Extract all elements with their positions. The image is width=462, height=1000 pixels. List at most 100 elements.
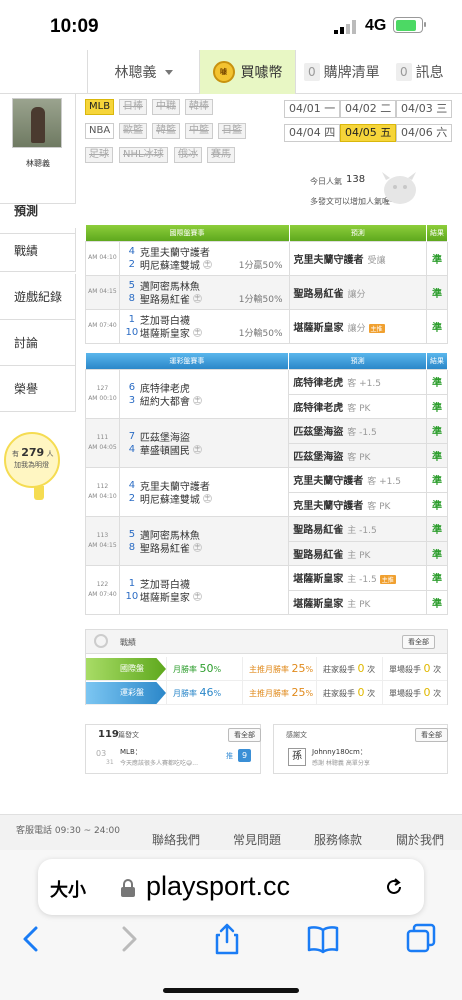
messages-button[interactable]: 0 訊息 [396,50,444,94]
thanks-avatar: 孫 [288,748,306,766]
result-badge: 準 [426,442,448,468]
thanks-text[interactable]: 感謝 林聰義 高單分享 [312,758,370,767]
battery-icon [393,17,426,33]
post-title[interactable]: MLB： [120,747,142,757]
address-bar[interactable]: 大小 playsport.cc [38,859,424,915]
league-nba[interactable]: NBA [85,123,115,139]
team-name[interactable]: 堪薩斯皇家 [140,589,190,604]
date-0406[interactable]: 04/06 六 [396,124,453,142]
back-icon[interactable] [14,922,48,956]
today-pop-value: 138 [346,174,366,185]
avatar[interactable] [12,98,62,148]
main-rate-value: 25 [291,686,306,699]
status-bar: 10:09 4G [0,0,462,50]
sidebar-item-game-log[interactable]: 遊戲紀錄 [0,274,76,320]
result-badge: 準 [426,393,448,419]
cart-button[interactable]: 0 購牌清單 [304,50,380,94]
push-label: 推 [226,752,233,760]
team-number: 8 [128,541,136,553]
team-name[interactable]: 堪薩斯皇家 [140,325,190,340]
banker-value: 0 [357,662,365,675]
tabs-icon[interactable] [404,922,438,956]
record-view-all-button[interactable]: 看全部 [402,635,435,649]
team-name[interactable]: 聖路易紅雀 [140,291,190,306]
game-no: 112 [96,482,109,490]
chevron-down-icon [164,69,173,75]
date-0404[interactable]: 04/04 四 [284,124,341,142]
home-badge: 主 [202,260,212,269]
home-badge: 主 [192,294,202,303]
team-name[interactable]: 紐約大都會 [140,393,190,408]
forward-icon[interactable] [112,922,146,956]
pick-team: 匹茲堡海盜 [293,451,344,463]
lottery-table: 運彩盤賽事 預測 結果 127 AM 00:10 6 底特律老虎 3 紐約大都會主 底… [85,353,448,615]
team-number: 4 [128,479,136,491]
game-time: AM 04:05 [88,443,117,451]
record-lottery-single: 單場殺手 0 次 [382,681,447,705]
text-size-button[interactable]: 大小 [50,876,86,902]
pick-line: 客 -1.5 [347,428,377,438]
main-rate-label: 主推月勝率 [249,689,289,698]
league-mlb[interactable]: MLB [85,99,115,115]
lottery-header-predict: 預測 [288,353,428,369]
league-cpbl: 中職 [152,99,180,115]
footer-link-terms[interactable]: 服務條款 [314,831,362,848]
reload-icon[interactable] [384,877,404,897]
thanks-view-all-button[interactable]: 看全部 [415,728,448,742]
league-soccer: 足球 [85,147,113,163]
bookmarks-icon[interactable] [306,922,340,956]
share-icon[interactable] [210,922,244,956]
sidebar-item-discuss[interactable]: 討論 [0,320,76,366]
browser-toolbar: 大小 playsport.cc [0,850,462,1000]
pick-team: 匹茲堡海盜 [293,427,344,438]
footer-link-contact[interactable]: 聯絡我們 [152,831,200,848]
league-euro-bb: 歐籃 [119,123,147,139]
home-badge: 主 [202,493,212,503]
game-time: AM 04:15 [88,541,117,549]
date-0403[interactable]: 04/03 三 [396,100,453,118]
team-name[interactable]: 華盛頓國民 [140,442,190,457]
team-name[interactable]: 明尼蘇達雙城 [140,257,200,272]
team-number: 10 [125,590,139,602]
coin-icon: 噱 [212,61,235,83]
team-name[interactable]: 明尼蘇達雙城 [140,491,200,506]
game-no: 122 [96,580,109,588]
team-name[interactable]: 聖路易紅雀 [140,540,190,555]
pick-line: 客 PK [347,403,371,414]
posts-view-all-button[interactable]: 看全部 [228,728,261,742]
posts-label: 篇發文 [118,731,139,739]
team-number: 5 [128,528,136,540]
single-value: 0 [423,662,431,675]
result-badge: 準 [426,240,448,276]
footer-link-about[interactable]: 關於我們 [396,831,444,848]
times-unit: 次 [433,665,442,674]
footer-phone: 客服電話 09:30 ~ 24:00 [16,826,120,836]
date-0402[interactable]: 04/02 二 [340,100,397,118]
footer-link-faq[interactable]: 常見問題 [233,831,281,848]
pick-team: 聖路易紅雀 [293,525,344,536]
home-badge: 主 [192,395,202,405]
intl-header: 國際盤賽事 預測 結果 [85,225,448,241]
game-time: AM 04:15 [85,274,120,310]
sidebar-item-record[interactable]: 戰績 [0,228,76,272]
record-lottery-banker: 莊家殺手 0 次 [316,681,382,705]
date-0401[interactable]: 04/01 一 [284,100,341,118]
league-kbl: 韓籃 [152,123,180,139]
date-0405[interactable]: 04/05 五 [340,124,397,142]
buy-coin-button[interactable]: 噱 買噱幣 [200,50,296,94]
record-intl-banker: 莊家殺手 0 次 [316,657,382,681]
pick-team: 聖路易紅雀 [293,549,344,561]
user-menu[interactable]: 林聰義 [88,50,200,94]
post-date-month: 03 [96,749,107,758]
thanks-user[interactable]: Johnny180cm： [312,747,367,757]
sidebar-item-honor[interactable]: 榮譽 [0,366,76,412]
team-number: 3 [128,394,136,406]
main-rate-value: 25 [291,662,306,675]
user-name: 林聰義 [114,65,157,81]
team-number: 8 [128,293,136,304]
post-preview[interactable]: 今天應該很多人賽都吃吃😅... [120,758,198,767]
table-row: 127 AM 00:10 6 底特律老虎 3 紐約大都會主 底特律老虎客 +1.5 準 [85,368,448,419]
pick-team: 堪薩斯皇家 [293,322,344,334]
record-lottery-month: 月勝率 46% [166,681,242,705]
record-row-lottery: 運彩盤 月勝率 46% 主推月勝率 25% 莊家殺手 0 次 單場殺手 0 次 [86,681,447,705]
